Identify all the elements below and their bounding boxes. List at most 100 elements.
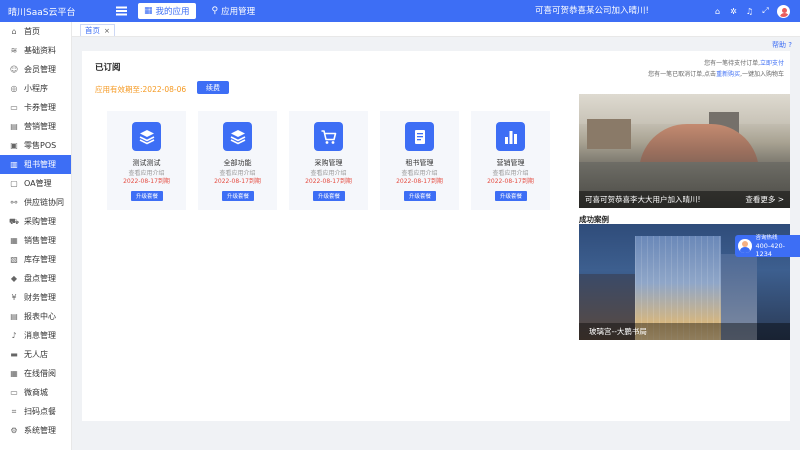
sidebar-item-book-rental[interactable]: ▥ 租书管理 <box>0 155 71 174</box>
bell-icon: ♪ <box>11 331 17 340</box>
sidebar-item-reports[interactable]: ▤ 报表中心 <box>0 307 71 326</box>
topnav-my-apps[interactable]: ▦ 我的应用 <box>138 3 196 19</box>
hotline-label: 咨询热线 <box>755 235 778 241</box>
home-icon[interactable]: ⌂ <box>710 7 725 16</box>
upgrade-plan-button[interactable]: 升级套餐 <box>404 191 436 201</box>
scan-icon: ⌗ <box>11 406 17 416</box>
pay-now-link[interactable]: 立即支付 <box>760 60 784 67</box>
sidebar-item-unmanned-store[interactable]: ▬ 无人店 <box>0 345 71 364</box>
user-avatar[interactable] <box>777 4 790 18</box>
miniapp-icon: ◎ <box>10 84 18 93</box>
sidebar-item-home[interactable]: ⌂ 首页 <box>0 22 71 41</box>
expiry-date: 应用有效期至:2022-08-06 <box>95 85 187 94</box>
sidebar-item-members[interactable]: ☺ 会员管理 <box>0 60 71 79</box>
upgrade-plan-button[interactable]: 升级套餐 <box>313 191 345 201</box>
help-link[interactable]: 帮助 ? <box>772 40 792 50</box>
app-card-name: 租书管理 <box>405 159 434 167</box>
app-card[interactable]: 采购管理 查看应用介绍 2022-08-17到期 升级套餐 <box>289 111 368 210</box>
page-title: 已订阅 <box>95 63 121 73</box>
sidebar-item-stocktake[interactable]: ◆ 盘点管理 <box>0 269 71 288</box>
report-icon: ▤ <box>10 312 18 321</box>
layers-icon: ≋ <box>10 46 18 55</box>
fullscreen-icon[interactable]: ⤢ <box>758 6 773 16</box>
app-card[interactable]: 全部功能 查看应用介绍 2022-08-17到期 升级套餐 <box>198 111 277 210</box>
upgrade-plan-button[interactable]: 升级套餐 <box>131 191 163 201</box>
close-icon[interactable]: × <box>104 27 110 35</box>
top-icons: ⌂ ✲ ♫ ⤢ <box>709 0 790 22</box>
sidebar-item-scan-order[interactable]: ⌗ 扫码点餐 <box>0 402 71 421</box>
sidebar-item-oa[interactable]: ▢ OA管理 <box>0 174 71 193</box>
card-icon: ▭ <box>10 103 18 112</box>
sidebar-item-miniapp[interactable]: ◎ 小程序 <box>0 79 71 98</box>
tab-home[interactable]: 首页 × <box>80 24 115 36</box>
sidebar-item-basic-data[interactable]: ≋ 基础资料 <box>0 41 71 60</box>
read-icon: ▦ <box>10 369 18 378</box>
layers-icon <box>132 122 161 151</box>
top-bar: 晴川SaaS云平台 ▦ 我的应用 ⚲ 应用管理 可喜可贺恭喜某公司加入晴川! ⌂… <box>0 0 800 22</box>
sidebar-item-sales[interactable]: ▦ 销售管理 <box>0 231 71 250</box>
app-card-name: 采购管理 <box>314 159 343 167</box>
cart-icon <box>314 122 343 151</box>
app-card[interactable]: 测试测试 查看应用介绍 2022-08-17到期 升级套餐 <box>107 111 186 210</box>
document-icon <box>405 122 434 151</box>
hotline-number: 400-420-1234 <box>755 242 786 258</box>
sidebar-item-online-borrow[interactable]: ▦ 在线借阅 <box>0 364 71 383</box>
app-manage-icon: ⚲ <box>211 6 219 16</box>
chart-icon: ▤ <box>10 122 18 131</box>
sidebar-item-marketing[interactable]: ▤ 营销管理 <box>0 117 71 136</box>
sidebar-item-pos[interactable]: ▣ 零售POS <box>0 136 71 155</box>
renew-button[interactable]: 续费 <box>197 81 229 94</box>
sidebar-item-inventory[interactable]: ▧ 库存管理 <box>0 250 71 269</box>
settings-icon[interactable]: ✲ <box>726 7 741 16</box>
app-title: 晴川SaaS云平台 <box>8 7 76 18</box>
stock-icon: ▧ <box>10 255 18 264</box>
promo-banner[interactable]: 可喜可贺恭喜李大大用户加入晴川! 查看更多 > <box>579 94 790 208</box>
pos-icon: ▣ <box>10 141 18 150</box>
announcement-marquee: 可喜可贺恭喜某公司加入晴川! <box>535 6 649 16</box>
view-more-link[interactable]: 查看更多 > <box>745 194 784 205</box>
top-nav: ▦ 我的应用 ⚲ 应用管理 <box>138 0 271 22</box>
app-card[interactable]: 营销管理 查看应用介绍 2022-08-17到期 升级套餐 <box>471 111 550 210</box>
sidebar-item-system[interactable]: ⚙ 系统管理 <box>0 421 71 440</box>
app-card-expiry: 2022-08-17到期 <box>487 178 534 185</box>
sidebar: ⌂ 首页 ≋ 基础资料 ☺ 会员管理 ◎ 小程序 ▭ 卡券管理 ▤ 营销管理 ▣ 零售POS … <box>0 22 72 450</box>
upgrade-plan-button[interactable]: 升级套餐 <box>495 191 527 201</box>
apps-grid-icon: ▦ <box>144 6 153 16</box>
sidebar-item-supply-chain[interactable]: ⚯ 供应链协同 <box>0 193 71 212</box>
sidebar-item-finance[interactable]: ¥ 财务管理 <box>0 288 71 307</box>
notification-bell-icon[interactable]: ♫ <box>742 7 757 16</box>
main-panel: 已订阅 您有一笔待支付订单,立即支付 您有一笔已取消订单,点击重新购买,一键加入… <box>82 51 790 421</box>
upgrade-plan-button[interactable]: 升级套餐 <box>222 191 254 201</box>
sidebar-item-purchase[interactable]: ⛟ 采购管理 <box>0 212 71 231</box>
app-card[interactable]: 租书管理 查看应用介绍 2022-08-17到期 升级套餐 <box>380 111 459 210</box>
supply-icon: ⚯ <box>10 198 18 207</box>
book-icon: ▥ <box>10 160 18 169</box>
app-cards: 测试测试 查看应用介绍 2022-08-17到期 升级套餐 全部功能 查看应用介… <box>107 111 562 210</box>
rebuy-link[interactable]: 重新购买 <box>716 71 740 78</box>
cancelled-order-notice: 您有一笔已取消订单,点击重新购买,一键加入购物车 <box>648 71 784 78</box>
sales-icon: ▦ <box>10 236 18 245</box>
gear-icon: ⚙ <box>10 426 18 435</box>
promo-caption: 可喜可贺恭喜李大大用户加入晴川! 查看更多 > <box>579 191 790 208</box>
case-caption: 玻璃宫--大鹏书局 <box>579 323 790 340</box>
app-card-name: 测试测试 <box>132 159 161 167</box>
app-card-name: 全部功能 <box>223 159 252 167</box>
topnav-app-manage[interactable]: ⚲ 应用管理 <box>206 3 262 19</box>
app-card-expiry: 2022-08-17到期 <box>214 178 261 185</box>
store-icon: ▬ <box>10 350 18 359</box>
finance-icon: ¥ <box>11 293 17 302</box>
oa-icon: ▢ <box>10 179 18 188</box>
app-card-expiry: 2022-08-17到期 <box>123 178 170 185</box>
menu-toggle-icon[interactable] <box>110 0 132 22</box>
bar-chart-icon <box>496 122 525 151</box>
cart-icon: ⛟ <box>8 216 20 226</box>
mall-icon: ▭ <box>10 388 18 397</box>
tab-strip: 首页 × <box>72 22 800 37</box>
support-avatar-icon <box>738 239 752 253</box>
sidebar-item-coupons[interactable]: ▭ 卡券管理 <box>0 98 71 117</box>
sidebar-item-micro-mall[interactable]: ▭ 微商城 <box>0 383 71 402</box>
layers-icon <box>223 122 252 151</box>
sidebar-item-messages[interactable]: ♪ 消息管理 <box>0 326 71 345</box>
home-icon: ⌂ <box>11 27 17 36</box>
service-hotline[interactable]: 咨询热线 400-420-1234 <box>735 235 800 258</box>
